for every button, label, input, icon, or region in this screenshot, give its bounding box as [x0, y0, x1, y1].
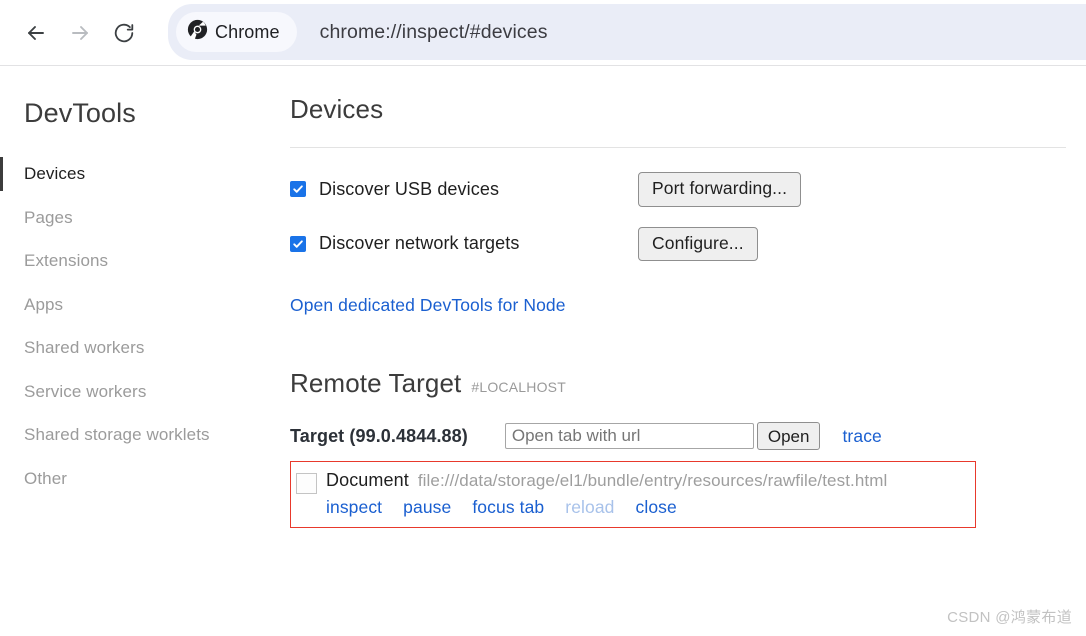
sidebar-nav-list: Devices Pages Extensions Apps Shared wor…: [0, 152, 290, 500]
sidebar-item-apps[interactable]: Apps: [0, 283, 290, 327]
open-tab-button[interactable]: Open: [756, 422, 821, 450]
remote-target-title: Remote Target: [290, 368, 462, 398]
target-document-url: file:///data/storage/el1/bundle/entry/re…: [417, 471, 888, 490]
discover-usb-row: Discover USB devices Port forwarding...: [290, 172, 1066, 207]
sidebar-item-devices[interactable]: Devices: [0, 152, 290, 196]
port-forwarding-button[interactable]: Port forwarding...: [638, 172, 802, 207]
sidebar-item-label: Service workers: [24, 381, 147, 401]
discover-network-checkbox[interactable]: [290, 235, 306, 252]
discover-usb-checkbox[interactable]: [290, 181, 306, 198]
content-area: Devices Discover USB devices Port forwar…: [290, 66, 1086, 635]
sidebar-item-label: Shared workers: [24, 338, 145, 357]
back-button[interactable]: [14, 11, 58, 55]
title-divider: [290, 147, 1066, 148]
favicon-placeholder-icon: [296, 473, 317, 494]
discover-network-label: Discover network targets: [319, 233, 520, 254]
discover-network-row: Discover network targets Configure...: [290, 226, 1066, 261]
sidebar-item-other[interactable]: Other: [0, 457, 290, 501]
discover-usb-checkbox-group[interactable]: Discover USB devices: [290, 179, 638, 200]
target-card-info: Document file:///data/storage/el1/bundle…: [326, 470, 887, 518]
devtools-brand: DevTools: [24, 98, 136, 128]
sidebar-item-shared-storage-worklets[interactable]: Shared storage worklets: [0, 413, 290, 457]
focus-tab-link[interactable]: focus tab: [472, 497, 544, 518]
sidebar-item-label: Other: [24, 468, 68, 488]
open-dedicated-devtools-node-link[interactable]: Open dedicated DevTools for Node: [290, 295, 566, 316]
open-tab-url-input[interactable]: [504, 423, 754, 449]
sidebar-item-shared-workers[interactable]: Shared workers: [0, 326, 290, 370]
sidebar: DevTools Devices Pages Extensions Apps S…: [0, 66, 290, 635]
sidebar-item-label: Extensions: [24, 251, 109, 270]
address-bar[interactable]: Chrome chrome://inspect/#devices: [168, 4, 1086, 60]
reload-icon: [112, 21, 136, 45]
arrow-left-icon: [24, 21, 48, 45]
sidebar-item-extensions[interactable]: Extensions: [0, 239, 290, 283]
trace-link[interactable]: trace: [842, 426, 881, 447]
close-link[interactable]: close: [636, 497, 677, 518]
sidebar-item-label: Apps: [24, 294, 64, 314]
reload-link: reload: [565, 497, 615, 517]
reload-button[interactable]: [102, 11, 146, 55]
sidebar-item-label: Devices: [24, 164, 86, 183]
watermark: CSDN @鸿蒙布道: [947, 609, 1072, 626]
target-card-title-row: Document file:///data/storage/el1/bundle…: [326, 470, 887, 491]
sidebar-item-pages[interactable]: Pages: [0, 196, 290, 240]
forward-button[interactable]: [58, 11, 102, 55]
page-title: Devices: [290, 94, 384, 124]
sidebar-item-label: Pages: [24, 207, 73, 227]
configure-button[interactable]: Configure...: [638, 226, 758, 261]
chrome-chip-label: Chrome: [215, 21, 280, 42]
target-card: Document file:///data/storage/el1/bundle…: [290, 461, 976, 528]
discover-network-checkbox-group[interactable]: Discover network targets: [290, 233, 638, 254]
sidebar-item-service-workers[interactable]: Service workers: [0, 370, 290, 414]
target-document-title: Document: [326, 470, 409, 490]
inspect-link[interactable]: inspect: [326, 497, 382, 518]
chrome-logo-icon: [187, 19, 208, 45]
target-name-label: Target (99.0.4844.88): [290, 425, 468, 446]
target-action-links: inspect pause focus tab reload close: [326, 497, 887, 518]
sidebar-item-label: Shared storage worklets: [24, 425, 210, 444]
inspect-page: DevTools Devices Pages Extensions Apps S…: [0, 66, 1086, 635]
chrome-source-chip[interactable]: Chrome: [176, 12, 297, 52]
address-bar-url[interactable]: chrome://inspect/#devices: [320, 21, 548, 44]
arrow-right-icon: [68, 21, 92, 45]
remote-target-host: #LOCALHOST: [471, 379, 566, 395]
target-controls-row: Target (99.0.4844.88) Open trace: [290, 422, 1066, 450]
pause-link[interactable]: pause: [403, 497, 451, 518]
remote-target-heading: Remote Target #LOCALHOST: [290, 368, 1066, 399]
discover-usb-label: Discover USB devices: [319, 178, 500, 199]
browser-toolbar: Chrome chrome://inspect/#devices: [0, 0, 1086, 66]
